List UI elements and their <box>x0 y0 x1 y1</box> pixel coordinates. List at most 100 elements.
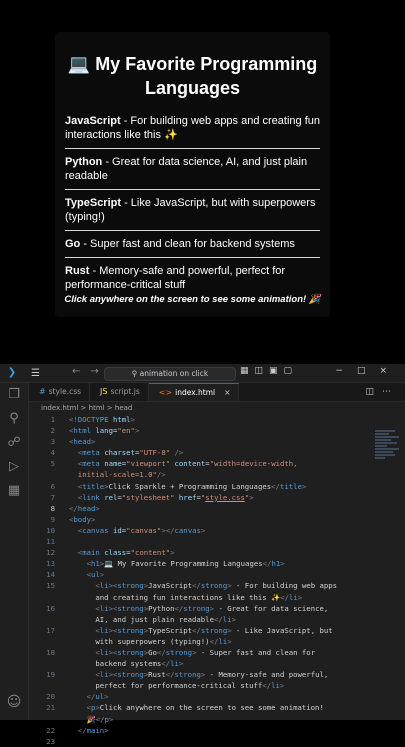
line-number: 22 <box>46 725 55 735</box>
line-number: 13 <box>46 559 55 569</box>
code-line[interactable]: 16 <li><strong>Python</strong> - Great f… <box>29 603 375 614</box>
code-line[interactable]: 13 <h1>💻 My Favorite Programming Languag… <box>29 558 375 569</box>
code-line[interactable]: 20 </ul> <box>29 691 375 702</box>
line-text: <meta name="viewport" content="width=dev… <box>77 459 298 469</box>
line-text: <canvas id="canvas"></canvas> <box>77 525 206 535</box>
line-number <box>29 658 69 669</box>
account-icon[interactable]: ☺ <box>0 694 28 710</box>
code-line[interactable]: 10 <canvas id="canvas"></canvas> <box>29 525 375 536</box>
language-item: Rust - Memory-safe and powerful, perfect… <box>65 264 320 298</box>
language-name: TypeScript <box>65 197 122 209</box>
code-line[interactable]: 22 </main> <box>29 725 375 736</box>
line-number: 15 <box>46 581 55 591</box>
code-line[interactable]: 12 <main class="content"> <box>29 547 375 558</box>
tab-bar: # style.css JS script.js <> index.html × ◫⋯ <box>29 383 405 402</box>
code-line[interactable]: perfect for performance-critical stuff</… <box>29 680 375 691</box>
code-line[interactable]: 8 </head> <box>29 503 375 514</box>
extensions-icon[interactable]: ▦ <box>0 479 28 503</box>
code-line[interactable]: 4 <meta charset="UTF-8" /> <box>29 447 375 458</box>
line-number <box>29 592 69 603</box>
line-text: perfect for performance-critical stuff</… <box>69 681 285 691</box>
editor-area[interactable]: # style.css JS script.js <> index.html × ◫⋯ ind… <box>29 383 405 746</box>
code-editor[interactable]: 1 <!DOCTYPE html> 2 <html lang="en"> 3 <head>… <box>29 414 375 747</box>
tab-label: style.css <box>48 387 82 396</box>
code-line[interactable]: AI, and just plain readable</li> <box>29 614 375 625</box>
language-item: Python - Great for data science, AI, and… <box>65 155 320 190</box>
line-text: <body> <box>69 514 96 524</box>
line-number: 19 <box>46 670 55 680</box>
file-type-icon: JS <box>100 387 108 396</box>
language-description: - Memory-safe and powerful, perfect for … <box>65 265 286 291</box>
code-line[interactable]: initial-scale=1.0"/> <box>29 469 375 480</box>
code-line[interactable]: 2 <html lang="en"> <box>29 425 375 436</box>
content-card: 💻 My Favorite Programming Languages Java… <box>55 32 330 317</box>
line-text: with superpowers (typing!)</li> <box>69 636 232 646</box>
line-text: backend systems</li> <box>69 659 184 669</box>
command-center-search[interactable]: ⚲ animation on click <box>104 367 236 381</box>
line-number <box>29 636 69 647</box>
line-text: <main class="content"> <box>77 548 175 558</box>
line-text: <meta charset="UTF-8" /> <box>77 448 184 458</box>
source-control-icon[interactable]: ☍ <box>0 431 28 455</box>
code-line[interactable]: 15 <li><strong>JavaScript</strong> - For… <box>29 580 375 591</box>
line-number: 10 <box>46 525 55 535</box>
line-text: <li><strong>Rust</strong> - Memory-safe … <box>95 670 329 680</box>
code-line[interactable]: 3 <head> <box>29 436 375 447</box>
code-line[interactable]: 18 <li><strong>Go</strong> - Super fast … <box>29 647 375 658</box>
language-item: TypeScript - Like JavaScript, but with s… <box>65 196 320 231</box>
language-description: - Great for data science, AI, and just p… <box>65 156 308 182</box>
line-text: <li><strong>TypeScript</strong> - Like J… <box>95 625 333 635</box>
code-line[interactable]: 7 <link rel="stylesheet" href="style.css… <box>29 492 375 503</box>
code-line[interactable]: 14 <ul> <box>29 569 375 580</box>
tab-script-js[interactable]: JS script.js <box>90 383 149 401</box>
minimap[interactable] <box>375 429 401 489</box>
split-editor-icon[interactable]: ◫⋯ <box>365 383 405 401</box>
code-line[interactable]: 17 <li><strong>TypeScript</strong> - Lik… <box>29 625 375 636</box>
line-number: 12 <box>46 548 55 558</box>
page-title: 💻 My Favorite Programming Languages <box>67 54 318 98</box>
code-line[interactable]: 9 <body> <box>29 514 375 525</box>
line-number <box>29 469 69 480</box>
window-controls-icon[interactable]: −□× <box>335 366 401 376</box>
line-text: initial-scale=1.0"/> <box>77 470 166 480</box>
code-line[interactable]: with superpowers (typing!)</li> <box>29 636 375 647</box>
layout-controls-icon[interactable]: ▦◫▣▢ <box>240 366 298 376</box>
line-number: 2 <box>50 426 55 436</box>
line-text: </main> <box>77 725 109 735</box>
language-list: JavaScript - For building web apps and c… <box>65 114 320 304</box>
code-line[interactable]: 19 <li><strong>Rust</strong> - Memory-sa… <box>29 669 375 680</box>
line-number: 21 <box>46 703 55 713</box>
line-number <box>29 714 69 725</box>
code-line[interactable]: and creating fun interactions like this … <box>29 592 375 603</box>
run-debug-icon[interactable]: ▷ <box>0 455 28 479</box>
breadcrumb: index.html > html > head <box>41 404 133 412</box>
menu-icon[interactable]: ☰ <box>31 368 40 379</box>
tab-label: index.html <box>175 387 216 397</box>
language-name: Python <box>65 156 103 168</box>
line-number: 5 <box>50 459 55 469</box>
tab-label: script.js <box>110 387 140 396</box>
line-text: <p>Click anywhere on the screen to see s… <box>86 703 324 713</box>
tab-style-css[interactable]: # style.css <box>29 383 91 401</box>
laptop-icon: 💻 <box>67 54 91 74</box>
explorer-icon[interactable]: ❐ <box>0 383 28 407</box>
search-icon[interactable]: ⚲ <box>0 407 28 431</box>
code-line[interactable]: backend systems</li> <box>29 658 375 669</box>
code-line[interactable]: 21 <p>Click anywhere on the screen to se… <box>29 702 375 713</box>
line-text: <li><strong>JavaScript</strong> - For bu… <box>95 581 338 591</box>
line-text: <head> <box>69 437 96 447</box>
browser-preview[interactable]: 💻 My Favorite Programming Languages Java… <box>0 0 405 352</box>
code-line[interactable]: 11 <box>29 536 375 547</box>
code-line[interactable]: 5 <meta name="viewport" content="width=d… <box>29 458 375 469</box>
close-icon[interactable]: × <box>224 384 230 402</box>
code-line[interactable]: 23 <box>29 736 375 747</box>
code-line[interactable]: 1 <!DOCTYPE html> <box>29 414 375 425</box>
line-text: <!DOCTYPE html> <box>69 415 135 424</box>
tab-index-html[interactable]: <> index.html × <box>148 383 240 402</box>
line-text: and creating fun interactions like this … <box>69 592 303 602</box>
language-name: Go <box>65 238 81 250</box>
code-line[interactable]: 🎉</p> <box>29 714 375 725</box>
line-number: 6 <box>50 481 55 491</box>
language-name: Rust <box>65 265 90 277</box>
code-line[interactable]: 6 <title>Click Sparkle + Programming Lan… <box>29 481 375 492</box>
